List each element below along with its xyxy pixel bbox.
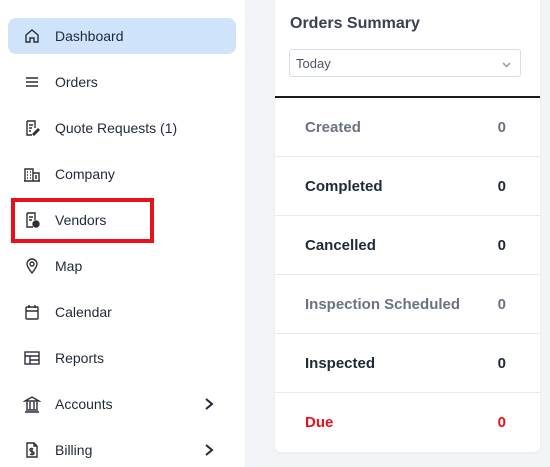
sidebar-item-accounts[interactable]: Accounts [8, 386, 236, 422]
orders-summary-panel: Orders Summary Today Created 0 Completed… [275, 0, 540, 452]
bank-icon [23, 395, 41, 413]
chevron-right-icon[interactable] [202, 443, 216, 457]
chevron-right-icon[interactable] [202, 397, 216, 411]
summary-row-cancelled: Cancelled 0 [275, 216, 540, 275]
sidebar-item-label: Calendar [55, 304, 112, 320]
sidebar-item-quote-requests[interactable]: Quote Requests (1) [8, 110, 236, 146]
sidebar-item-label: Reports [55, 350, 105, 366]
calendar-icon [23, 303, 41, 321]
sidebar-item-reports[interactable]: Reports [8, 340, 236, 376]
home-icon [23, 27, 41, 45]
billing-icon [23, 441, 41, 459]
summary-row-value: 0 [497, 414, 506, 431]
reports-icon [23, 349, 41, 367]
sidebar-item-label: Quote Requests (1) [55, 120, 178, 136]
building-icon [23, 165, 41, 183]
summary-row-label: Created [305, 118, 361, 136]
sidebar: Dashboard Orders Quote Requests (1) Comp… [0, 0, 246, 467]
sidebar-item-label: Company [55, 166, 115, 182]
list-icon [23, 73, 41, 91]
summary-row-value: 0 [497, 236, 506, 254]
sidebar-item-label: Dashboard [55, 28, 124, 44]
summary-row-label: Due [305, 414, 334, 431]
summary-row-label: Completed [305, 177, 383, 195]
summary-row-due: Due 0 [275, 393, 540, 452]
sidebar-item-label: Accounts [55, 396, 113, 412]
quote-document-icon [23, 119, 41, 137]
sidebar-item-calendar[interactable]: Calendar [8, 294, 236, 330]
sidebar-item-company[interactable]: Company [8, 156, 236, 192]
chevron-down-icon [501, 58, 512, 69]
summary-row-completed: Completed 0 [275, 157, 540, 216]
sidebar-item-label: Orders [55, 74, 98, 90]
sidebar-item-orders[interactable]: Orders [8, 64, 236, 100]
period-select[interactable]: Today [289, 49, 521, 77]
summary-row-inspected: Inspected 0 [275, 334, 540, 393]
summary-row-created: Created 0 [275, 98, 540, 157]
summary-row-label: Inspected [305, 354, 376, 372]
map-pin-icon [23, 257, 41, 275]
summary-row-label: Cancelled [305, 236, 376, 254]
summary-row-value: 0 [497, 295, 506, 313]
sidebar-item-billing[interactable]: Billing [8, 432, 236, 467]
summary-row-inspection-scheduled: Inspection Scheduled 0 [275, 275, 540, 334]
period-select-value: Today [296, 55, 331, 71]
summary-row-value: 0 [497, 118, 506, 136]
summary-row-value: 0 [497, 354, 506, 372]
sidebar-item-map[interactable]: Map [8, 248, 236, 284]
sidebar-item-label: Map [55, 258, 83, 274]
vendors-highlight-box [11, 198, 154, 243]
sidebar-item-dashboard[interactable]: Dashboard [8, 18, 236, 54]
summary-row-label: Inspection Scheduled [305, 295, 461, 313]
panel-title: Orders Summary [290, 15, 420, 32]
summary-row-value: 0 [497, 177, 506, 195]
sidebar-item-label: Billing [55, 442, 93, 458]
